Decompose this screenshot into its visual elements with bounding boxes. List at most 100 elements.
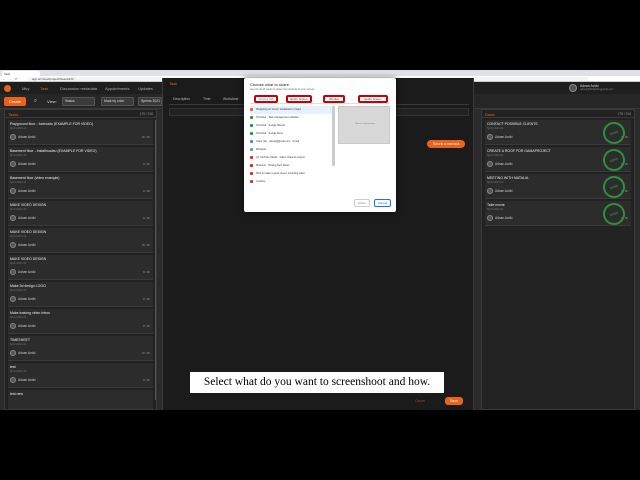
task-card[interactable]: MAKE VIDEO DESIGN Sprint 2021 22 Adnan Avd… bbox=[8, 228, 153, 253]
task-card[interactable]: test new bbox=[8, 390, 153, 409]
dialog-subtitle: app.orf.cloud wants to share the content… bbox=[250, 88, 315, 91]
card-meta: Sprint 2021 22 bbox=[487, 208, 504, 211]
card-meta: Sprint 2021 22 bbox=[487, 181, 504, 184]
card-meta: Sprint 2021 22 bbox=[10, 262, 27, 265]
favicon-icon bbox=[250, 164, 253, 167]
avatar bbox=[487, 161, 493, 167]
card-meta: Sprint 2021 22 bbox=[487, 127, 504, 130]
card-time: 0 / 0h bbox=[143, 270, 150, 274]
task-card[interactable]: MAKE VIDEO DESIGN Sprint 2021 22 Adnan Avd… bbox=[8, 201, 153, 226]
task-card[interactable]: TIMESHEET Sprint 2021 22 Adnan Avdić 72 / 0… bbox=[8, 336, 153, 361]
app-logo[interactable] bbox=[4, 85, 11, 92]
tab-workdone[interactable]: Workdone bbox=[223, 97, 238, 101]
card-meta: Sprint 2021 22 bbox=[10, 316, 27, 319]
task-card[interactable]: Basement floor - Installmodeu (EXAMPLE F… bbox=[8, 147, 153, 172]
scrollbar[interactable] bbox=[155, 120, 156, 400]
share-source-item[interactable]: Orf.cloud · Google Sheets bbox=[250, 122, 334, 130]
card-title: MAKE VIDEO DESIGN bbox=[10, 257, 47, 261]
task-card[interactable]: CONTACT POSSIBLE CLIENTS Sprint 2021 22 Ad… bbox=[485, 118, 631, 148]
tab-chrome-tab[interactable]: Chrome Tab bbox=[254, 95, 278, 103]
card-owner: Adnan Avdić bbox=[495, 189, 513, 193]
favicon-icon bbox=[250, 140, 253, 143]
share-source-label: Orf.cloud · Task management software bbox=[256, 116, 299, 119]
cancel-link[interactable]: Cancel bbox=[415, 399, 425, 403]
task-card[interactable]: MEETING WITH MATALIA Sprint 2021 22 Adnan … bbox=[485, 172, 631, 202]
task-card[interactable]: Basement floor (video example) Sprint 202… bbox=[8, 174, 153, 199]
status-select[interactable]: Status bbox=[62, 97, 95, 106]
tab-entire-screen-alt[interactable]: Entire Screen bbox=[358, 95, 388, 103]
card-title: Basement floor (video example) bbox=[10, 176, 60, 180]
user-menu[interactable]: Adnan Avdić adnan@hedgehoggroup.com bbox=[569, 83, 619, 93]
tab-window[interactable]: Window bbox=[323, 95, 345, 103]
card-time: 0 / 0h bbox=[143, 378, 150, 382]
preview-text: Select a tab to share bbox=[354, 123, 376, 125]
video-caption: Select what do you want to screenshoot a… bbox=[190, 372, 444, 393]
nav-item-appointments[interactable]: Appointments bbox=[105, 86, 129, 91]
mark-by-color-select[interactable]: Mark by color bbox=[101, 97, 134, 106]
card-time: 0 / 0h bbox=[143, 297, 150, 301]
scrollbar[interactable] bbox=[332, 106, 335, 166]
favicon-icon bbox=[250, 148, 253, 151]
avatar bbox=[10, 296, 16, 302]
new-task-button[interactable]: Tuba to a new task bbox=[427, 140, 465, 148]
avatar bbox=[10, 269, 16, 275]
task-card[interactable]: Take movie Sprint 2021 22 Adnan Avdić 0 / 0… bbox=[485, 199, 631, 229]
sprint-select[interactable]: Sprints 2021 bbox=[138, 97, 162, 106]
avatar bbox=[10, 134, 16, 140]
favicon-icon bbox=[250, 132, 253, 135]
nav-item-mky[interactable]: Mky bbox=[22, 86, 29, 91]
avatar bbox=[10, 161, 16, 167]
tab-time[interactable]: Time bbox=[203, 97, 210, 101]
cancel-button[interactable]: Cancel bbox=[374, 199, 391, 207]
create-button[interactable]: Create bbox=[4, 97, 26, 106]
column-title: Done bbox=[485, 112, 495, 117]
nav-item-discussion[interactable]: Discussion metadata bbox=[60, 86, 97, 91]
card-time: 16 / 0h bbox=[141, 135, 150, 139]
share-source-item[interactable]: Pinterest · Pinning Sets Notes bbox=[250, 162, 334, 170]
favicon-icon bbox=[250, 180, 253, 183]
share-source-label: (1) YouTube Studio · Video Channel conte… bbox=[256, 156, 305, 159]
task-card[interactable]: Playground floor - tochnadu (EXAMPLE FOR… bbox=[8, 120, 153, 145]
card-meta: Sprint 2021 22 bbox=[487, 154, 504, 157]
back-icon[interactable]: ← bbox=[2, 77, 6, 81]
tab-description[interactable]: Description bbox=[173, 97, 190, 101]
card-owner: Adnan Avdić bbox=[18, 135, 36, 139]
reload-icon[interactable]: ⟳ bbox=[14, 77, 18, 81]
task-card[interactable]: Make 3d design LOGO Sprint 2021 22 Adnan A… bbox=[8, 282, 153, 307]
column-count: 175 / 216 bbox=[617, 112, 631, 116]
task-card[interactable]: MAKE VIDEO DESIGN Sprint 2021 22 Adnan Avd… bbox=[8, 255, 153, 280]
search-icon[interactable]: ⌕ bbox=[32, 98, 39, 105]
share-button[interactable]: Share bbox=[354, 199, 370, 207]
share-tabs: Chrome Tab Entire Screen Window Entire S… bbox=[250, 94, 390, 104]
card-time: 0 / 0h bbox=[143, 324, 150, 328]
share-source-item[interactable]: (1) YouTube Studio · Video Channel conte… bbox=[250, 154, 334, 162]
share-source-item[interactable]: Orf.cloud · Google Docs bbox=[250, 130, 334, 138]
favicon-icon bbox=[250, 156, 253, 159]
share-source-item[interactable]: Orf.cloud · Task management software bbox=[250, 114, 334, 122]
task-card[interactable]: Make training video intros Sprint 2021 22… bbox=[8, 309, 153, 334]
column-header: Done 175 / 216 bbox=[482, 110, 634, 118]
share-source-item[interactable]: Inbox (11) · adnan@gmail.com · Gmail bbox=[250, 138, 334, 146]
card-owner: Adnan Avdić bbox=[18, 324, 36, 328]
share-source-label: Windows bbox=[256, 148, 267, 151]
task-card[interactable]: CREATE A ROOF FOR GAMAPROJECT Sprint 2021… bbox=[485, 145, 631, 175]
forward-icon[interactable]: → bbox=[8, 77, 12, 81]
tab-entire-screen[interactable]: Entire Screen bbox=[286, 95, 312, 103]
card-meta: Sprint 2021 22 bbox=[10, 289, 27, 292]
share-source-item[interactable]: How to make a good screen recording vide… bbox=[250, 170, 334, 178]
done-stamp: DONE bbox=[599, 172, 629, 202]
share-source-item[interactable]: Hedgehog orf.cloud / workboard / project bbox=[250, 106, 334, 114]
card-title: test bbox=[10, 365, 16, 369]
nav-item-updates[interactable]: Updates bbox=[138, 86, 153, 91]
nav-item-task[interactable]: Task bbox=[40, 86, 48, 91]
save-button[interactable]: Save bbox=[445, 397, 463, 405]
card-time: 72 / 0h bbox=[141, 351, 150, 355]
task-card[interactable]: test Sprint 2021 22 Adnan Avdić 0 / 0h bbox=[8, 363, 153, 388]
share-source-item[interactable]: Windows bbox=[250, 146, 334, 154]
card-title: test new bbox=[10, 392, 24, 396]
avatar bbox=[10, 188, 16, 194]
share-source-item[interactable]: Youtube bbox=[250, 178, 334, 186]
card-title: MEETING WITH MATALIA bbox=[487, 176, 529, 180]
card-owner: Adnan Avdić bbox=[18, 162, 36, 166]
avatar bbox=[569, 84, 577, 92]
